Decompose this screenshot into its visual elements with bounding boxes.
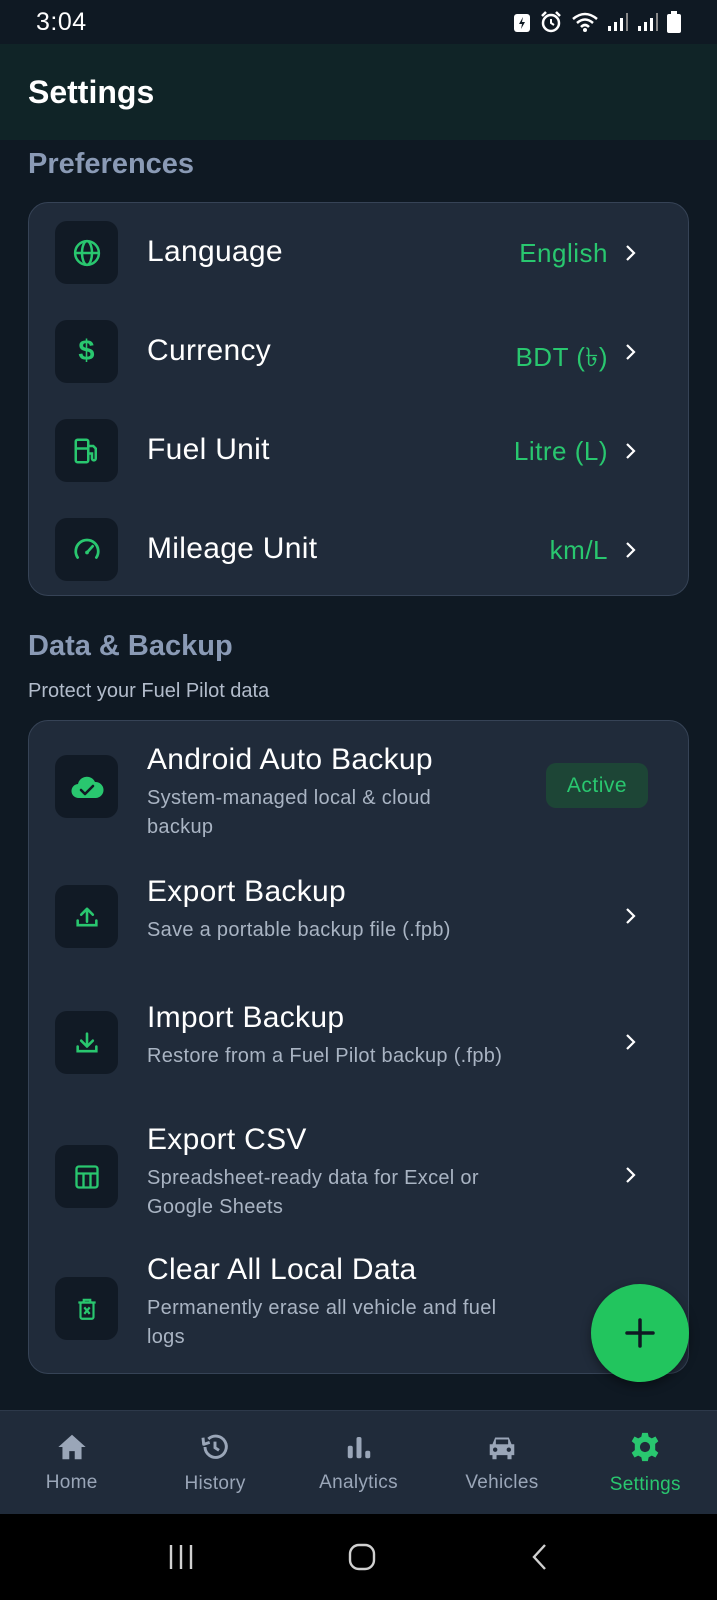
nav-analytics[interactable]: Analytics xyxy=(287,1411,430,1514)
auto-backup-title: Android Auto Backup xyxy=(147,743,433,776)
upload-icon xyxy=(55,885,118,948)
home-icon xyxy=(58,1434,86,1459)
language-row[interactable]: Language English xyxy=(29,221,688,284)
plus-icon xyxy=(625,1318,655,1348)
clear-data-desc-2: logs xyxy=(147,1326,185,1348)
nav-settings-label: Settings xyxy=(609,1473,681,1495)
mileage-unit-row[interactable]: Mileage Unit km/L xyxy=(29,518,688,581)
fuel-unit-value: Litre (L) xyxy=(513,436,608,466)
status-bar: 3:04 xyxy=(0,0,717,44)
auto-backup-desc-2: backup xyxy=(147,816,214,838)
dollar-icon: $ xyxy=(55,320,118,383)
history-icon xyxy=(201,1434,228,1459)
download-icon xyxy=(55,1011,118,1074)
clear-data-desc: Permanently erase all vehicle and fuel xyxy=(147,1297,497,1319)
cloud-check-icon xyxy=(55,755,118,818)
chevron-right-icon xyxy=(626,443,636,459)
fuel-unit-label: Fuel Unit xyxy=(147,433,270,466)
data-backup-subtitle: Protect your Fuel Pilot data xyxy=(28,680,270,702)
alarm-icon xyxy=(541,11,561,33)
import-backup-desc: Restore from a Fuel Pilot backup (.fpb) xyxy=(147,1045,503,1067)
mileage-unit-label: Mileage Unit xyxy=(147,532,318,565)
signal-icon xyxy=(608,13,628,31)
currency-row[interactable]: $ Currency BDT (৳) xyxy=(29,320,688,383)
status-icons xyxy=(513,10,681,34)
nav-settings[interactable]: Settings xyxy=(574,1411,717,1514)
data-backup-card: Android Auto Backup System-managed local… xyxy=(28,720,689,1374)
export-csv-desc-2: Google Sheets xyxy=(147,1196,284,1218)
auto-backup-desc: System-managed local & cloud xyxy=(147,787,432,809)
nav-home[interactable]: Home xyxy=(0,1411,143,1514)
app-bar: Settings xyxy=(0,44,717,140)
system-nav-bar xyxy=(0,1514,717,1600)
signal-icon-2 xyxy=(638,13,658,31)
nav-history-label: History xyxy=(184,1472,246,1494)
chevron-right-icon xyxy=(626,1034,636,1050)
export-csv-desc: Spreadsheet-ready data for Excel or xyxy=(147,1167,479,1189)
preferences-heading: Preferences xyxy=(28,148,195,180)
page-title: Settings xyxy=(28,73,155,110)
auto-backup-row: Android Auto Backup System-managed local… xyxy=(29,721,688,851)
car-icon xyxy=(489,1436,515,1459)
nav-vehicles[interactable]: Vehicles xyxy=(430,1411,573,1514)
table-icon xyxy=(55,1145,118,1208)
globe-icon xyxy=(55,221,118,284)
status-time: 3:04 xyxy=(36,7,87,36)
back-icon[interactable] xyxy=(528,1542,552,1572)
chevron-right-icon xyxy=(626,245,636,261)
analytics-icon xyxy=(347,1436,370,1458)
export-csv-row[interactable]: Export CSV Spreadsheet-ready data for Ex… xyxy=(29,1113,688,1233)
status-badge: Active xyxy=(546,763,648,808)
export-backup-row[interactable]: Export Backup Save a portable backup fil… xyxy=(29,867,688,967)
language-label: Language xyxy=(147,235,283,268)
mileage-unit-value: km/L xyxy=(549,535,608,565)
nav-history[interactable]: History xyxy=(143,1411,286,1514)
data-backup-heading: Data & Backup xyxy=(28,630,233,662)
export-backup-desc: Save a portable backup file (.fpb) xyxy=(147,919,451,941)
clear-data-row[interactable]: Clear All Local Data Permanently erase a… xyxy=(29,1247,688,1373)
wifi-icon xyxy=(572,12,598,32)
export-backup-title: Export Backup xyxy=(147,875,347,908)
fuel-pump-icon xyxy=(55,419,118,482)
chevron-right-icon xyxy=(626,542,636,558)
home-button-icon[interactable] xyxy=(347,1542,377,1572)
chevron-right-icon xyxy=(626,908,636,924)
delete-icon xyxy=(55,1277,118,1340)
battery-icon xyxy=(667,11,681,33)
nav-home-label: Home xyxy=(45,1471,98,1493)
chevron-right-icon xyxy=(626,344,636,360)
chevron-right-icon xyxy=(626,1167,636,1183)
nav-analytics-label: Analytics xyxy=(319,1471,398,1493)
language-value: English xyxy=(519,238,608,268)
gear-icon xyxy=(632,1432,659,1461)
add-button[interactable] xyxy=(591,1284,689,1382)
clear-data-title: Clear All Local Data xyxy=(147,1253,417,1286)
currency-value: BDT (৳) xyxy=(515,342,608,372)
recent-apps-icon[interactable] xyxy=(166,1543,196,1571)
import-backup-row[interactable]: Import Backup Restore from a Fuel Pilot … xyxy=(29,995,688,1095)
export-csv-title: Export CSV xyxy=(147,1123,307,1156)
battery-saver-icon xyxy=(514,14,530,32)
fuel-unit-row[interactable]: Fuel Unit Litre (L) xyxy=(29,419,688,482)
bottom-nav: Home History Analytics Vehicles Settings xyxy=(0,1410,717,1514)
speedometer-icon xyxy=(55,518,118,581)
nav-vehicles-label: Vehicles xyxy=(465,1471,539,1493)
preferences-card: Language English $ Currency BDT (৳) Fuel… xyxy=(28,202,689,596)
currency-label: Currency xyxy=(147,334,272,367)
import-backup-title: Import Backup xyxy=(147,1001,345,1034)
